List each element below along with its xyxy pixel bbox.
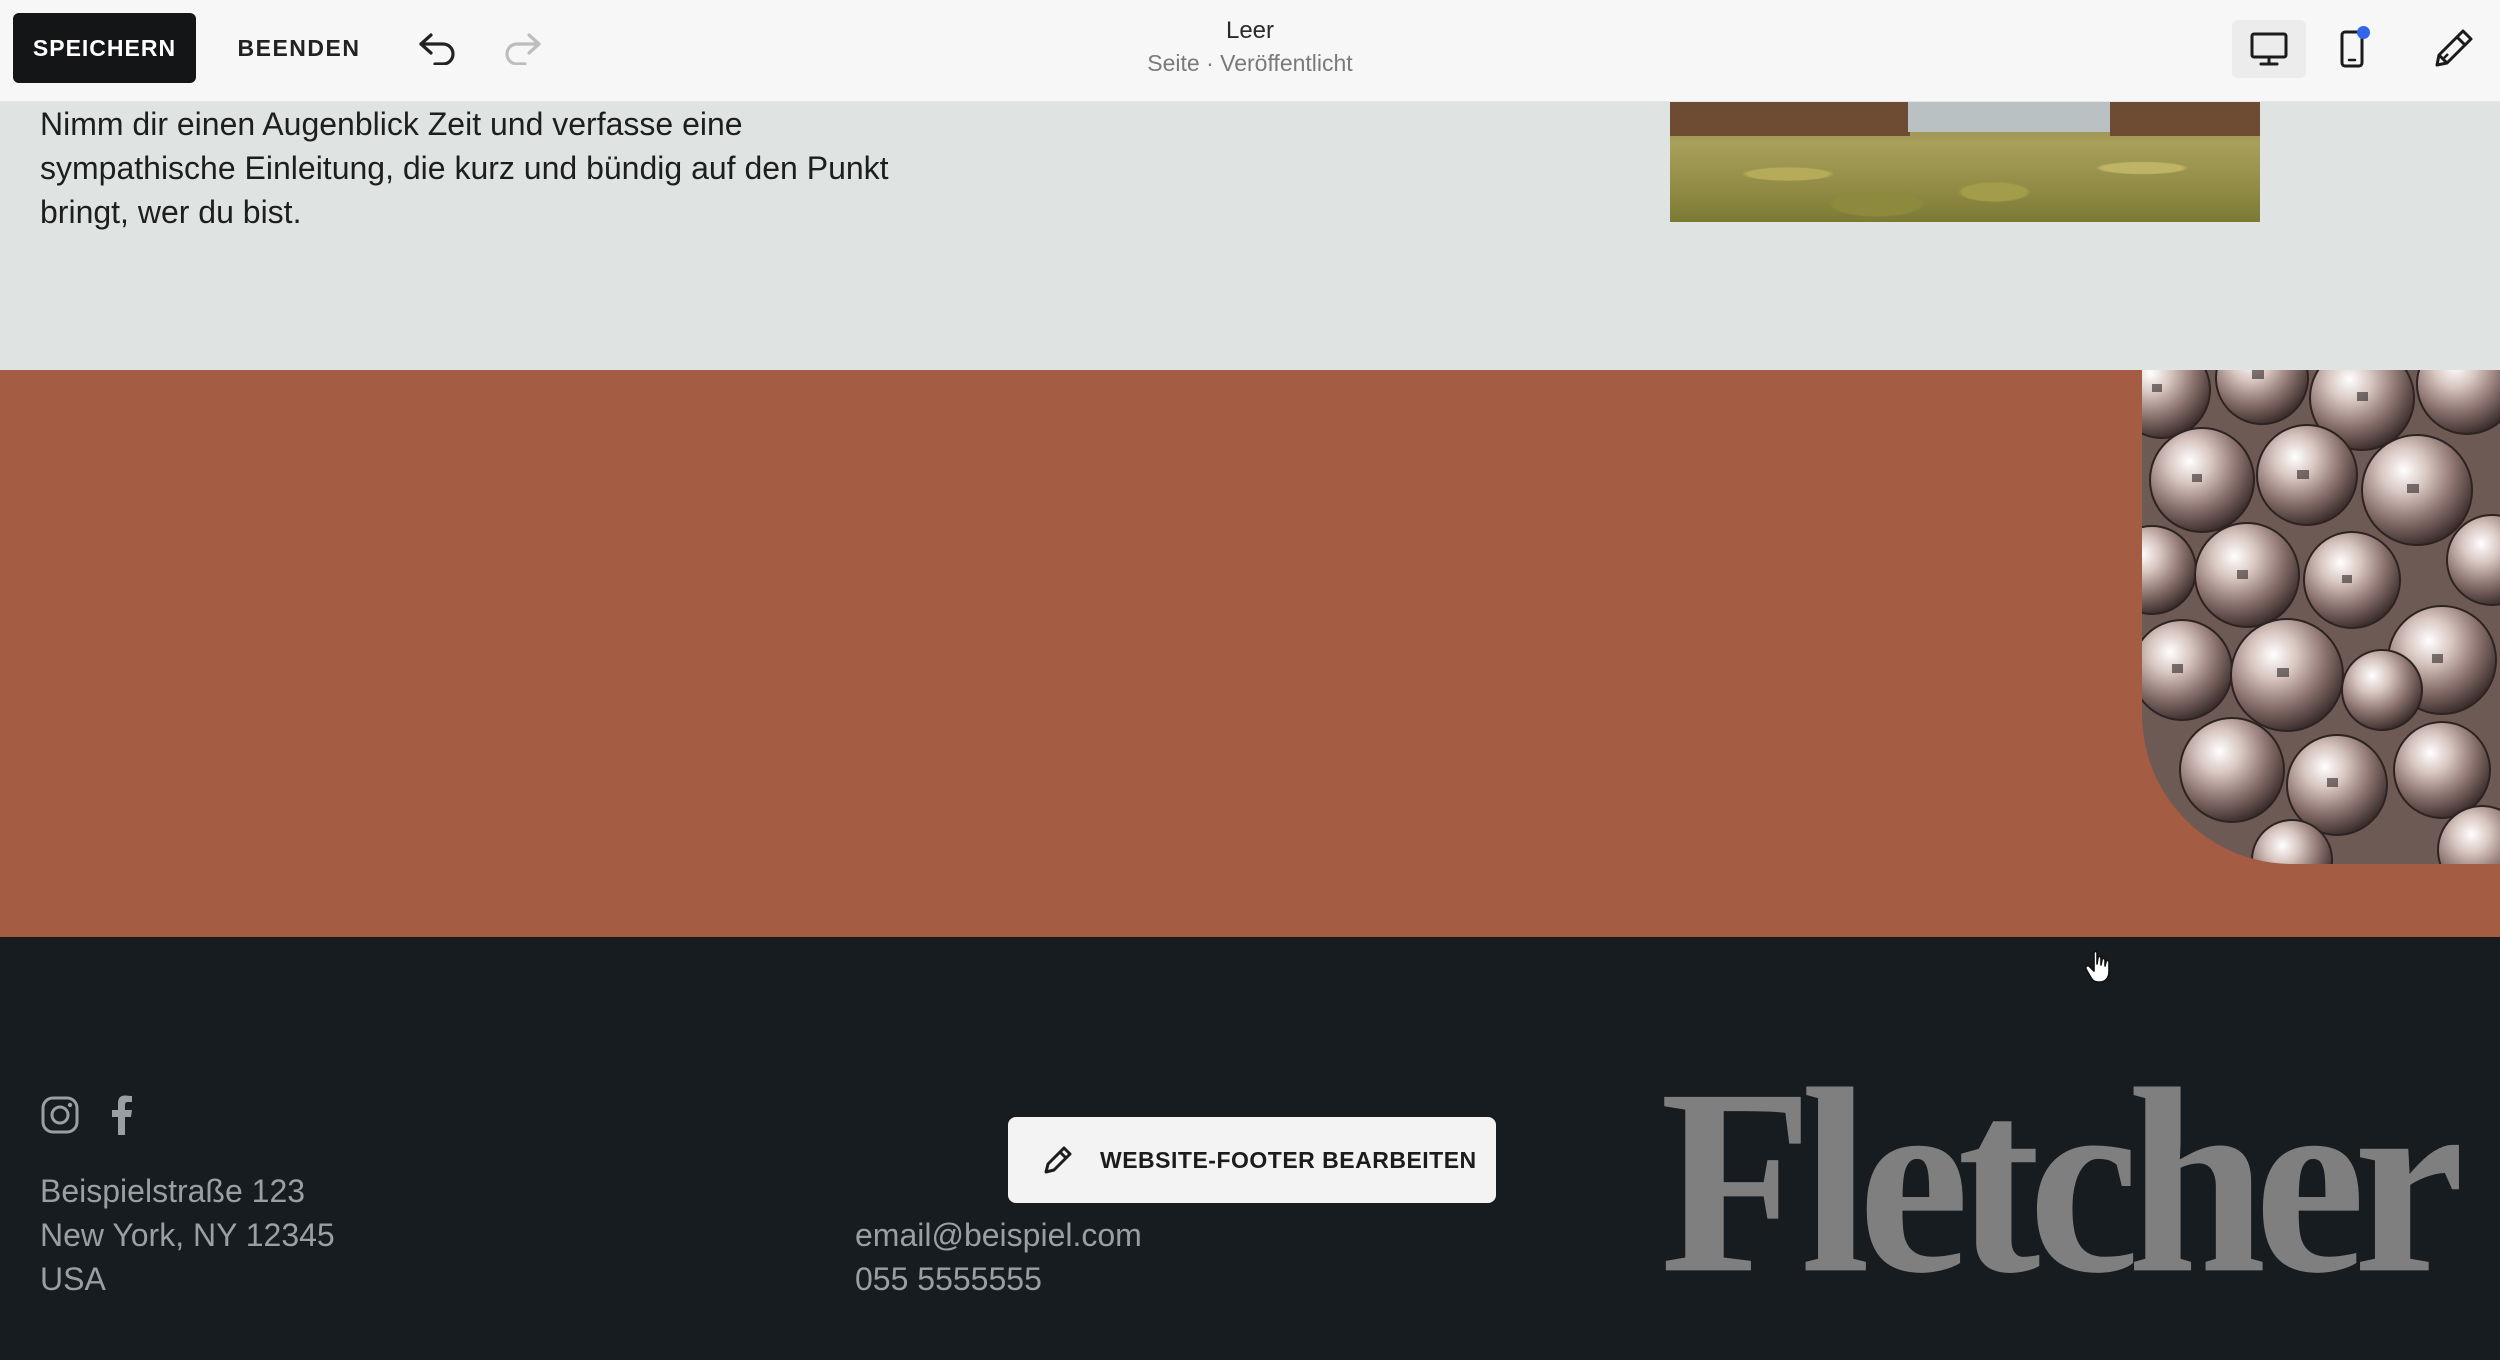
tree-trunk	[2110, 102, 2260, 136]
instagram-icon	[41, 1096, 79, 1134]
instagram-link[interactable]	[38, 1093, 82, 1137]
mobile-view-button[interactable]	[2320, 20, 2384, 78]
page-title: Leer	[1225, 17, 1275, 44]
address-line: USA	[40, 1261, 106, 1297]
address-line: Beispielstraße 123	[40, 1173, 306, 1209]
facebook-icon	[112, 1095, 132, 1135]
pencil-icon	[1044, 1146, 1072, 1174]
disco-balls-image[interactable]	[2142, 370, 2500, 864]
hand-cursor-icon	[2084, 950, 2114, 989]
site-footer: Beispielstraße 123 New York, NY 12345 US…	[0, 937, 2500, 1360]
desktop-icon	[2250, 32, 2288, 66]
undo-icon	[419, 33, 455, 65]
notification-dot	[2357, 26, 2370, 39]
intro-text[interactable]: Nimm dir einen Augenblick Zeit und verfa…	[40, 102, 940, 234]
landscape-image[interactable]	[1670, 102, 2260, 222]
sky-strip	[1908, 102, 2138, 132]
contact-phone[interactable]: 055 5555555	[855, 1257, 1142, 1301]
contact-email[interactable]: email@beispiel.com	[855, 1213, 1142, 1257]
intro-section: Nimm dir einen Augenblick Zeit und verfa…	[0, 102, 2500, 370]
color-block-section[interactable]	[0, 370, 2500, 937]
page-status: Seite · Veröffentlicht	[1147, 50, 1353, 76]
footer-address: Beispielstraße 123 New York, NY 12345 US…	[40, 1169, 335, 1301]
desktop-view-button[interactable]	[2232, 20, 2306, 78]
edit-footer-label: WEBSITE-FOOTER BEARBEITEN	[1100, 1146, 1477, 1173]
paintbrush-icon	[2435, 29, 2473, 67]
editor-page: SPEICHERN BEENDEN Leer Seite · Veröffent…	[0, 0, 2500, 1360]
page-info[interactable]: Leer Seite · Veröffentlicht	[1000, 14, 1500, 78]
facebook-link[interactable]	[100, 1093, 144, 1137]
edit-footer-button[interactable]: WEBSITE-FOOTER BEARBEITEN	[1008, 1117, 1496, 1203]
redo-icon	[505, 33, 541, 65]
editor-toolbar: SPEICHERN BEENDEN Leer Seite · Veröffent…	[0, 0, 2500, 102]
save-button[interactable]: SPEICHERN	[13, 13, 196, 83]
undo-button[interactable]	[407, 18, 467, 78]
exit-button[interactable]: BEENDEN	[220, 13, 378, 83]
design-button[interactable]	[2424, 18, 2484, 78]
redo-button[interactable]	[493, 18, 553, 78]
site-logo[interactable]: Fletcher	[1660, 1049, 2464, 1314]
tree-trunk	[1670, 102, 1910, 136]
address-line: New York, NY 12345	[40, 1217, 335, 1253]
disco-balls-graphic	[2142, 370, 2500, 864]
footer-contact: email@beispiel.com 055 5555555	[855, 1213, 1142, 1301]
